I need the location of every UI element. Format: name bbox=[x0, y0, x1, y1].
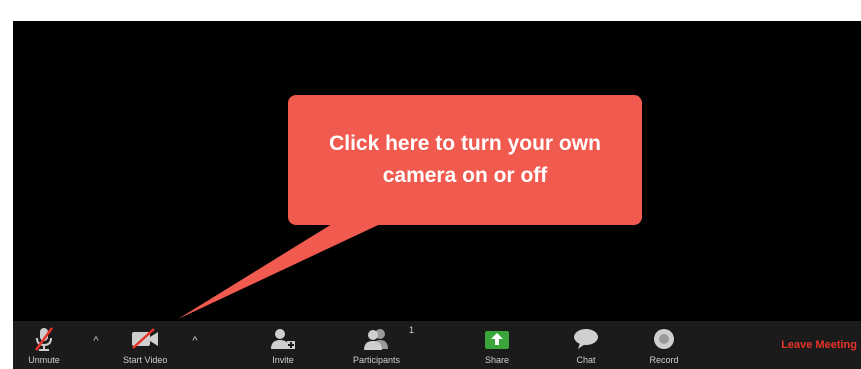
participants-button[interactable]: Participants bbox=[353, 325, 400, 365]
chat-label: Chat bbox=[576, 355, 596, 365]
unmute-button[interactable]: Unmute bbox=[27, 325, 61, 365]
video-camera-off-icon bbox=[128, 325, 162, 353]
start-video-button[interactable]: Start Video bbox=[123, 325, 167, 365]
meeting-window: Click here to turn your own camera on or… bbox=[13, 21, 861, 369]
leave-meeting-button[interactable]: Leave Meeting bbox=[781, 339, 857, 351]
chat-button[interactable]: Chat bbox=[569, 325, 603, 365]
video-options-chevron-up-icon[interactable]: ^ bbox=[188, 335, 202, 347]
invite-button[interactable]: Invite bbox=[266, 325, 300, 365]
invite-user-icon bbox=[266, 325, 300, 353]
invite-label: Invite bbox=[272, 355, 294, 365]
record-label: Record bbox=[649, 355, 679, 365]
unmute-label: Unmute bbox=[28, 355, 60, 365]
callout-box: Click here to turn your own camera on or… bbox=[288, 95, 642, 225]
chat-bubble-icon bbox=[569, 325, 603, 353]
start-video-label: Start Video bbox=[123, 355, 168, 365]
meeting-toolbar: Unmute ^ Start Video ^ Invite Participan… bbox=[13, 321, 861, 369]
audio-options-chevron-up-icon[interactable]: ^ bbox=[89, 335, 103, 347]
record-button[interactable]: Record bbox=[647, 325, 681, 365]
participants-count: 1 bbox=[409, 325, 415, 335]
microphone-muted-icon bbox=[27, 325, 61, 353]
participants-label: Participants bbox=[353, 355, 401, 365]
share-button[interactable]: Share bbox=[480, 325, 514, 365]
record-icon bbox=[647, 325, 681, 353]
share-label: Share bbox=[484, 355, 510, 365]
share-screen-icon bbox=[480, 325, 514, 353]
participants-icon bbox=[360, 325, 394, 353]
callout-text: Click here to turn your own camera on or… bbox=[329, 132, 601, 187]
